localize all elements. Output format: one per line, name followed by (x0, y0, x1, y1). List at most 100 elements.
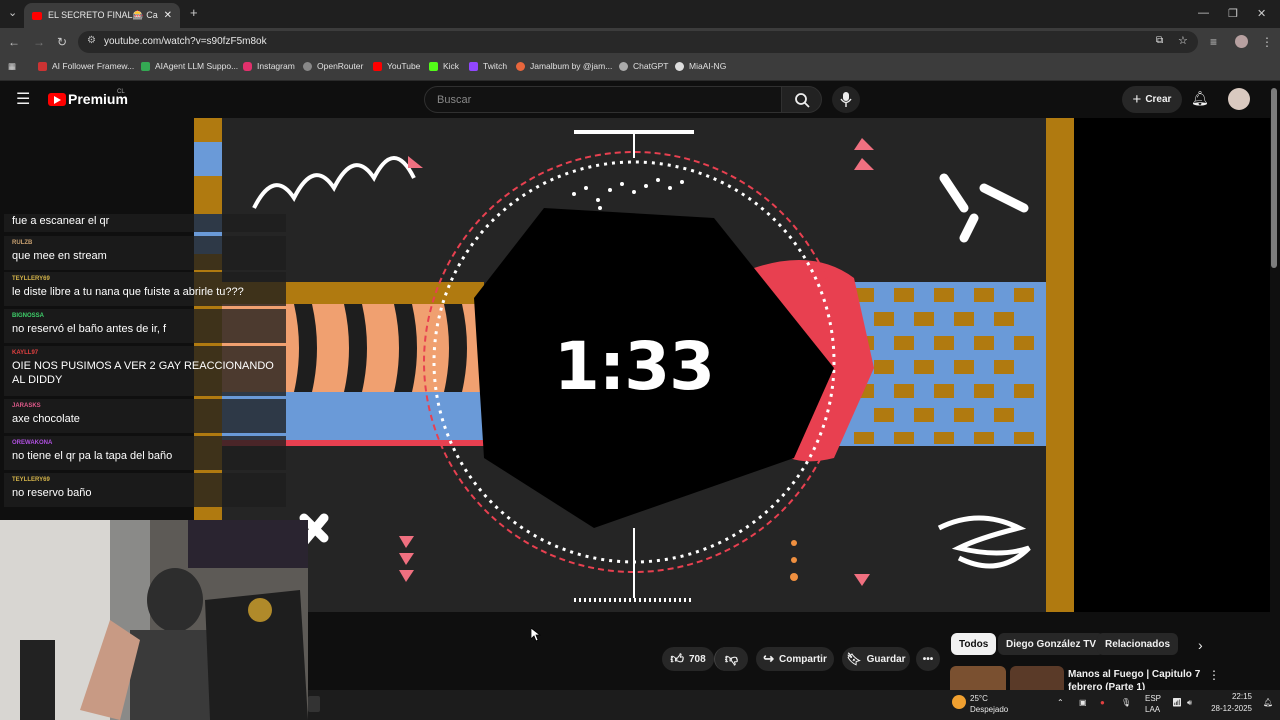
chat-text: OIE NOS PUSIMOS A VER 2 GAY REACCIONANDO… (12, 360, 274, 386)
search-button[interactable] (781, 86, 822, 113)
minimize-icon[interactable]: — (1198, 7, 1209, 19)
bookmark-item[interactable]: AI Follower Framew... (38, 61, 134, 71)
thumbs-up-icon: 👍︎ (670, 651, 684, 666)
bookmark-icon (38, 61, 47, 71)
notifications-bell-icon[interactable]: 🔔︎ (1191, 90, 1209, 107)
stream-chat-overlay: fue a escanear el qr RULZB que mee en st… (0, 214, 286, 520)
chat-username: TEYLLERY69 (12, 477, 50, 483)
forward-icon[interactable]: → (33, 35, 45, 49)
menu-dots-icon[interactable]: ⋮ (1261, 35, 1273, 49)
chat-username: BIGNOSSA (12, 313, 45, 319)
plus-icon: + (1132, 91, 1142, 108)
profile-avatar[interactable] (1235, 35, 1248, 48)
more-actions-button[interactable]: ••• (916, 647, 940, 671)
like-button[interactable]: 👍︎ 708 (662, 647, 714, 671)
youtube-icon (373, 61, 382, 71)
address-bar[interactable]: ⚙ youtube.com/watch?v=s90fzF5m8ok ⧉ ☆ (78, 31, 1198, 53)
bookmark-item[interactable]: OpenRouter (303, 61, 363, 71)
dislike-button[interactable]: 👎︎ (714, 647, 748, 671)
wifi-icon[interactable]: 📶︎ (1172, 698, 1182, 707)
clock-date[interactable]: 28-12-2025 (1205, 704, 1252, 713)
video-letterbox (1074, 118, 1270, 612)
chat-message: BIGNOSSA no reservó el baño antes de ir,… (4, 309, 286, 343)
chat-text: fue a escanear el qr (12, 215, 110, 227)
window-close-icon[interactable]: ✕ (1257, 7, 1266, 20)
bookmark-item[interactable]: Kick (429, 61, 459, 71)
chat-text: le diste libre a tu nana que fuiste a ab… (12, 286, 244, 298)
url-text: youtube.com/watch?v=s90fzF5m8ok (104, 36, 267, 47)
close-tab-icon[interactable]: ✕ (164, 10, 172, 21)
browser-tab[interactable]: EL SECRETO FINAL🎰 Capítulo ✕ (24, 3, 180, 28)
restore-icon[interactable]: ❐ (1228, 7, 1238, 20)
voice-search-button[interactable] (832, 86, 860, 113)
user-avatar[interactable] (1228, 88, 1250, 110)
tab-list-icon[interactable]: ⌄ (8, 6, 17, 19)
bookmark-item[interactable]: Twitch (469, 61, 507, 71)
page-scrollbar[interactable] (1271, 88, 1277, 268)
chat-message: KAYLL97 OIE NOS PUSIMOS A VER 2 GAY REAC… (4, 346, 286, 396)
clock-time[interactable]: 22:15 (1218, 692, 1252, 701)
tray-mic-icon[interactable]: 🎙︎ (1121, 698, 1131, 707)
country-code: CL (117, 89, 125, 95)
video-player[interactable]: 1:33 (194, 118, 1074, 612)
microphone-icon (840, 92, 852, 107)
share-button[interactable]: ↪ Compartir (756, 647, 834, 671)
tray-app-icon[interactable]: ● (1100, 698, 1105, 707)
create-button[interactable]: + Crear (1122, 86, 1182, 113)
bookmark-star-icon[interactable]: ☆ (1178, 34, 1188, 47)
bookmark-item[interactable]: MiaAI-NG (675, 61, 726, 71)
tray-app-icon[interactable]: ▣ (1079, 698, 1087, 707)
chat-message: JARASKS axe chocolate (4, 399, 286, 433)
youtube-favicon-icon (32, 11, 42, 20)
bookmark-icon: 🔖︎ (846, 652, 862, 666)
jamalbum-icon (516, 61, 525, 71)
kick-icon (429, 61, 438, 71)
install-app-icon[interactable]: ⧉ (1156, 35, 1163, 46)
recommendation-thumbnail[interactable] (1010, 666, 1064, 690)
chat-text: no reservo baño (12, 487, 92, 499)
chip-related[interactable]: Relacionados (1097, 633, 1179, 655)
language-indicator[interactable]: ESP (1145, 694, 1161, 703)
chat-message: TEYLLERY69 le diste libre a tu nana que … (4, 272, 286, 306)
reload-icon[interactable]: ↻ (57, 35, 67, 49)
apps-grid-icon[interactable]: ▦ (8, 61, 16, 72)
chat-message: RULZB que mee en stream (4, 236, 286, 270)
back-icon[interactable]: ← (8, 35, 20, 49)
chip-all[interactable]: Todos (951, 633, 997, 655)
chat-message: OREWAKONA no tiene el qr pa la tapa del … (4, 436, 286, 470)
youtube-header: ☰ Premium CL Buscar + Crear 🔔︎ (0, 81, 1280, 118)
chat-message: fue a escanear el qr (4, 214, 286, 232)
save-button[interactable]: 🔖︎ Guardar (842, 647, 910, 671)
webcam-overlay (0, 520, 308, 720)
taskbar-app-icon[interactable] (308, 696, 320, 712)
search-input[interactable]: Buscar (424, 86, 782, 113)
chat-username: RULZB (12, 240, 33, 246)
chat-text: que mee en stream (12, 250, 107, 262)
youtube-logo-icon[interactable] (48, 93, 66, 106)
chat-username: KAYLL97 (12, 350, 39, 356)
site-info-icon[interactable]: ⚙ (87, 35, 96, 46)
notification-center-icon[interactable]: 🔔︎ (1263, 698, 1273, 707)
chip-channel[interactable]: Diego González TV (998, 633, 1105, 655)
bookmark-icon (141, 61, 150, 71)
volume-icon[interactable]: 🔊︎ (1187, 698, 1192, 708)
bookmark-item[interactable]: AIAgent LLM Suppo... (141, 61, 238, 71)
mouse-cursor-icon (531, 628, 541, 642)
chat-text: axe chocolate (12, 413, 80, 425)
tab-title: EL SECRETO FINAL🎰 Capítulo (48, 10, 158, 20)
weather-icon (952, 695, 966, 709)
browser-toolbar: ← → ↻ ⚙ youtube.com/watch?v=s90fzF5m8ok … (0, 28, 1280, 56)
bookmark-item[interactable]: YouTube (373, 61, 420, 71)
chevron-right-icon[interactable]: › (1198, 637, 1203, 653)
recommendation-menu-icon[interactable]: ⋮ (1208, 668, 1220, 682)
new-tab-icon[interactable]: + (190, 5, 198, 20)
recommendation-thumbnail[interactable] (950, 666, 1006, 690)
tray-expand-icon[interactable]: ⌃ (1057, 698, 1064, 707)
bookmark-item[interactable]: Instagram (243, 61, 295, 71)
hamburger-menu-icon[interactable]: ☰ (16, 89, 30, 109)
bookmark-item[interactable]: ChatGPT (619, 61, 668, 71)
webcam-feed (0, 520, 308, 720)
media-icon[interactable]: ≡ (1210, 35, 1217, 49)
weather-text: Despejado (970, 705, 1009, 714)
bookmark-item[interactable]: Jamalbum by @jam... (516, 61, 612, 71)
